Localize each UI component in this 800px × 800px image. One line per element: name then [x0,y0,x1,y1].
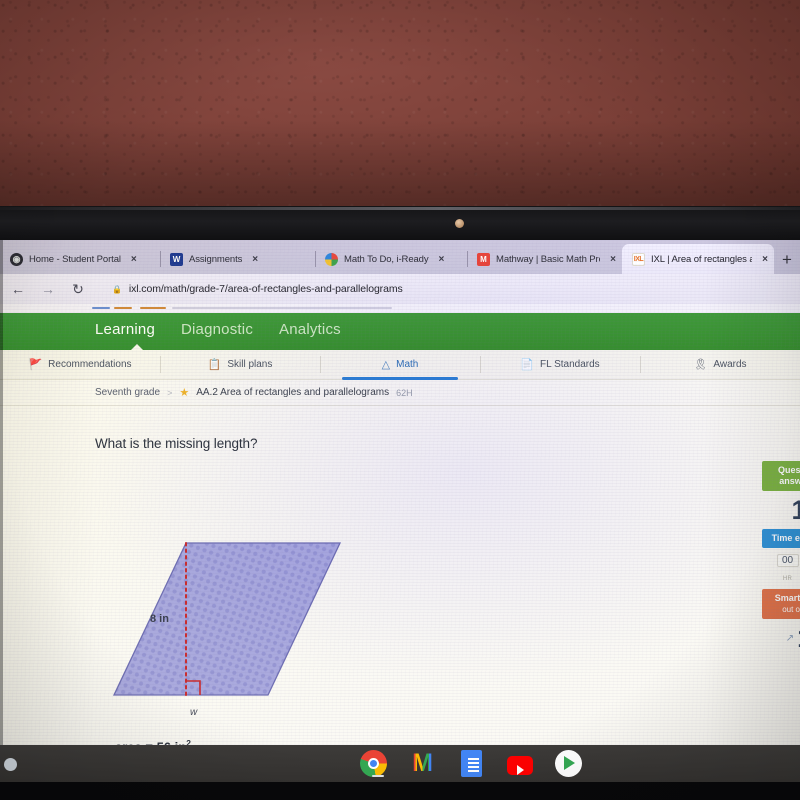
topnav-item-learning[interactable]: Learning [95,321,155,338]
breadcrumb-skill: AA.2 Area of rectangles and parallelogra… [196,387,390,398]
gmail-icon[interactable]: M [409,750,436,777]
globe-icon: ◉ [10,252,23,266]
new-tab-button[interactable]: + [782,251,792,268]
subnav-item-recommendations[interactable]: 🚩 Recommendations [0,350,160,379]
questions-answered-header: Questions answered [762,461,800,491]
address-bar[interactable]: 🔒 ixl.com/math/grade-7/area-of-rectangle… [100,279,790,299]
browser-tab-label: Assignments [189,253,243,265]
google-play-icon[interactable] [555,750,582,777]
browser-tab-1[interactable]: W Assignments × [160,244,315,274]
trend-arrow-icon: ↗ [785,632,795,644]
height-label: 8 in [150,613,169,625]
content-divider [0,405,800,406]
chrome-icon[interactable] [360,750,387,777]
subnav-item-awards[interactable]: 🎗 Awards [640,350,800,379]
w-logo-icon: W [170,252,183,266]
parallelogram-figure: 8 in w [110,535,370,730]
ixl-top-navbar: Learning Diagnostic Analytics [0,313,800,350]
laptop-photo: ◉ Home - Student Portal × W Assignments … [0,0,800,800]
topnav-item-diagnostic[interactable]: Diagnostic [181,321,253,338]
laptop-lower-bezel [0,782,800,800]
timer-cell-hours: 00 HR [776,554,799,585]
topnav-item-analytics[interactable]: Analytics [279,321,341,338]
time-elapsed-header: Time elapsed [762,529,800,548]
browser-tab-3[interactable]: M Mathway | Basic Math Pro × [467,244,622,274]
breadcrumb-separator: > [167,387,173,398]
bookmark-item[interactable] [140,307,166,309]
subnav-item-math[interactable]: △ Math [320,350,480,380]
smartscore-value-row: ↗ 1 [762,623,800,653]
subnav-label: Math [396,359,419,370]
laptop-bezel [0,206,800,240]
smartscore-header: SmartScore out of 100 [762,589,800,619]
youtube-icon[interactable] [507,756,533,775]
parallelogram-shape [112,542,342,696]
reload-icon[interactable]: ↻ [70,281,86,298]
score-panel: Questions answered 1 Time elapsed 00 HR … [762,461,800,653]
bookmark-item[interactable] [114,307,132,309]
google-docs-icon[interactable] [461,750,482,777]
browser-toolbar: ← → ↻ 🔒 ixl.com/math/grade-7/area-of-rec… [0,274,800,304]
browser-tab-label: Home - Student Portal [29,253,121,265]
bezel-highlight [0,207,800,210]
back-icon[interactable]: ← [10,281,26,297]
timer-hours-num: 00 [776,554,799,567]
tab-close-icon[interactable]: × [131,254,137,265]
tab-close-icon[interactable]: × [439,254,445,265]
signpost-icon: 🚩 [28,359,43,371]
base-label: w [190,707,198,718]
lock-icon: 🔒 [112,284,122,294]
screen-left-bevel [0,240,3,745]
iready-icon [325,252,338,266]
laptop-screen: ◉ Home - Student Portal × W Assignments … [0,240,800,745]
ribbon-icon: 🎗 [693,359,708,371]
mathway-icon: M [477,252,490,266]
url-text: ixl.com/math/grade-7/area-of-rectangles-… [128,283,403,295]
time-elapsed-value: 00 HR 0 MI [762,552,800,585]
browser-tab-label: Math To Do, i-Ready [344,253,429,265]
browser-tab-2[interactable]: Math To Do, i-Ready × [315,244,467,274]
browser-tab-0[interactable]: ◉ Home - Student Portal × [0,244,160,274]
subnav-label: FL Standards [540,359,600,370]
breadcrumb-skill-code: 62H [396,387,413,398]
subnav-label: Recommendations [48,359,132,370]
ixl-page: Learning Diagnostic Analytics 🚩 Recommen… [0,313,800,745]
wall-shadow [0,120,800,212]
browser-tab-label: IXL | Area of rectangles an [651,253,753,265]
star-icon: ★ [179,387,190,399]
timer-hours-label: HR [782,576,793,582]
parallelogram-svg [112,542,342,696]
subnav-item-skill-plans[interactable]: 📋 Skill plans [160,350,320,379]
active-app-indicator [372,775,384,777]
clipboard-list-icon: 📋 [207,359,222,371]
smartscore-title: SmartScore [774,593,800,603]
subnav-label: Skill plans [227,359,273,370]
smartscore-subtitle: out of 100 [782,605,800,614]
launcher-icon[interactable] [4,758,17,771]
subnav-label: Awards [713,359,747,370]
bookmark-item[interactable] [92,307,110,309]
subnav-item-fl-standards[interactable]: 📄 FL Standards [480,350,640,379]
bookmarks-bar [0,304,800,313]
breadcrumb: Seventh grade > ★ AA.2 Area of rectangle… [95,386,413,399]
tab-close-icon[interactable]: × [252,254,258,265]
bookmark-item[interactable] [172,307,392,309]
ixl-icon: IXL [632,252,645,266]
area-statement: area = 56 in2 [115,738,191,745]
ixl-subnav: 🚩 Recommendations 📋 Skill plans △ Math 📄… [0,350,800,380]
forward-icon[interactable]: → [40,281,56,297]
shelf-app-icons: M [360,750,582,777]
compass-icon: △ [381,359,391,371]
tab-close-icon[interactable]: × [610,254,616,265]
questions-answered-value: 1 [791,495,800,525]
breadcrumb-grade[interactable]: Seventh grade [95,387,160,398]
document-icon: 📄 [520,359,535,371]
tab-close-icon[interactable]: × [762,254,768,265]
browser-tab-label: Mathway | Basic Math Pro [496,253,601,265]
webcam-icon [455,219,464,228]
question-text: What is the missing length? [95,436,258,451]
browser-tab-4-active[interactable]: IXL IXL | Area of rectangles an × [622,244,774,274]
browser-tabstrip: ◉ Home - Student Portal × W Assignments … [0,240,800,274]
area-exponent: 2 [186,738,191,745]
